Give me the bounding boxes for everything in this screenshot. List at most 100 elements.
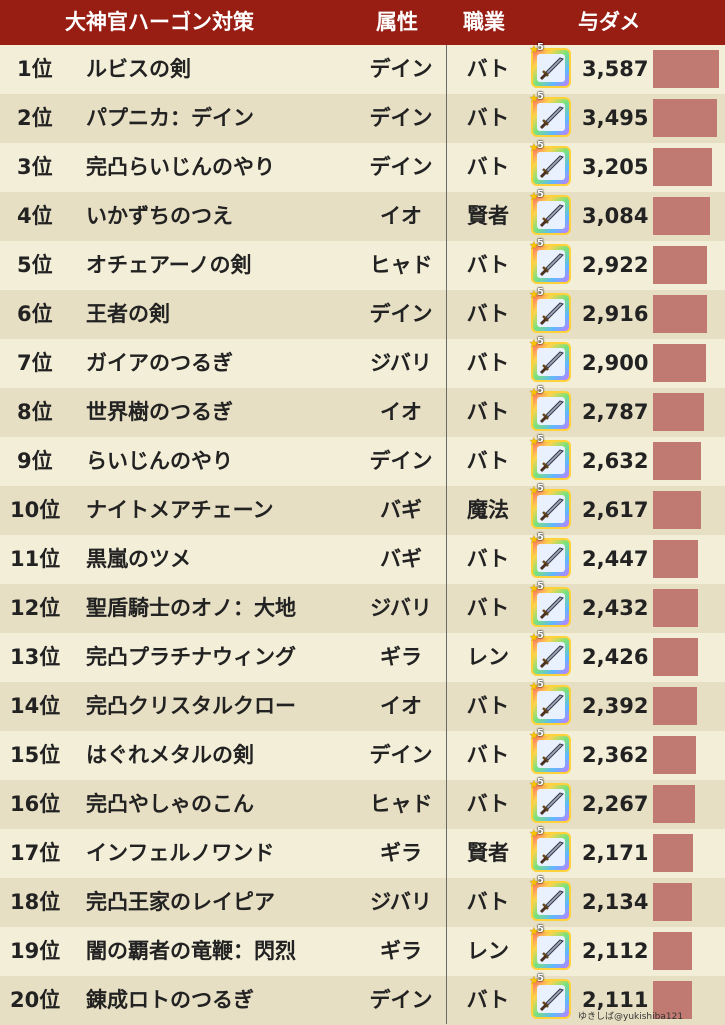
damage-bar [653,736,696,774]
job-label: レン [467,645,509,669]
weapon-icon: ★ 5 [529,924,571,970]
weapon-icon: ★ 5 [529,777,571,823]
weapon-icon: ★ 5 [529,385,571,431]
job-label: バト [466,988,510,1012]
weapon-name: 完凸らいじんのやり [86,155,275,179]
job-label: バト [466,400,510,424]
damage-bar [653,785,695,823]
table-row: 15位 はぐれメタルの剣 デイン バト ★ 5 2,362 [0,728,725,780]
weapon-glyph-icon [539,449,564,473]
weapon-icon: ★ 5 [529,581,571,627]
weapon-icon: ★ 5 [529,238,571,284]
damage-ranking-table: 大神官ハーゴン対策 属性 職業 与ダメ 1位 ルビスの剣 デイン バト ★ 5 3,587 2… [0,0,725,1025]
damage-value: 2,362 [582,743,649,767]
damage-bar [653,442,701,480]
star-rarity-label: 5 [537,679,544,690]
rank-label: 6位 [17,302,53,326]
damage-value: 2,916 [582,302,649,326]
header-attribute: 属性 [376,10,418,34]
weapon-name: 完凸やしゃのこん [86,792,254,816]
weapon-icon: ★ 5 [529,91,571,137]
weapon-glyph-icon [539,596,564,620]
rank-label: 2位 [17,106,53,130]
job-label: バト [466,547,510,571]
rank-label: 1位 [17,57,53,81]
rank-label: 10位 [10,498,61,522]
damage-bar [653,295,707,333]
weapon-name: 聖盾騎士のオノ：大地 [86,596,296,620]
star-rarity-label: 5 [537,630,544,641]
star-rarity-label: 5 [537,336,544,347]
column-divider [446,45,447,1024]
attribute-label: イオ [380,204,422,228]
damage-bar [653,197,710,235]
weapon-icon: ★ 5 [529,630,571,676]
rank-label: 18位 [10,890,61,914]
attribute-label: イオ [380,400,422,424]
weapon-icon: ★ 5 [529,189,571,235]
rank-label: 11位 [10,547,61,571]
attribute-label: ジバリ [370,890,432,914]
damage-bar [653,883,692,921]
attribute-label: ギラ [380,939,422,963]
weapon-name: オチェアーノの剣 [86,253,252,277]
star-rarity-label: 5 [537,287,544,298]
weapon-glyph-icon [539,988,564,1012]
job-label: バト [466,302,510,326]
job-label: 賢者 [467,204,509,228]
table-row: 9位 らいじんのやり デイン バト ★ 5 2,632 [0,434,725,486]
table-row: 19位 闇の覇者の竜鞭：閃烈 ギラ レン ★ 5 2,112 [0,924,725,976]
rank-label: 20位 [10,988,61,1012]
damage-bar [653,540,698,578]
table-row: 1位 ルビスの剣 デイン バト ★ 5 3,587 [0,42,725,94]
star-rarity-label: 5 [537,434,544,445]
job-label: バト [466,694,510,718]
weapon-glyph-icon [539,841,564,865]
job-label: 魔法 [467,498,509,522]
star-rarity-label: 5 [537,777,544,788]
job-label: バト [466,57,510,81]
attribute-label: デイン [369,302,433,326]
star-rarity-label: 5 [537,973,544,984]
weapon-glyph-icon [539,694,564,718]
damage-bar [653,393,704,431]
table-row: 7位 ガイアのつるぎ ジバリ バト ★ 5 2,900 [0,336,725,388]
attribute-label: バギ [380,547,422,571]
weapon-glyph-icon [539,351,564,375]
weapon-icon: ★ 5 [529,42,571,88]
job-label: レン [467,939,509,963]
table-row: 16位 完凸やしゃのこん ヒャド バト ★ 5 2,267 [0,777,725,829]
job-label: 賢者 [467,841,509,865]
weapon-icon: ★ 5 [529,336,571,382]
attribute-label: デイン [369,106,433,130]
table-header: 大神官ハーゴン対策 属性 職業 与ダメ [0,0,725,45]
weapon-name: 王者の剣 [86,302,170,326]
job-label: バト [466,890,510,914]
table-row: 3位 完凸らいじんのやり デイン バト ★ 5 3,205 [0,140,725,192]
weapon-icon: ★ 5 [529,728,571,774]
damage-value: 3,084 [582,204,649,228]
attribute-label: デイン [369,988,433,1012]
star-rarity-label: 5 [537,385,544,396]
attribute-label: ヒャド [369,253,433,277]
damage-value: 2,787 [582,400,649,424]
table-row: 6位 王者の剣 デイン バト ★ 5 2,916 [0,287,725,339]
weapon-glyph-icon [539,302,564,326]
job-label: バト [466,743,510,767]
damage-bar [653,932,692,970]
damage-bar [653,344,706,382]
job-label: バト [466,351,510,375]
weapon-name: ガイアのつるぎ [86,351,233,375]
weapon-glyph-icon [539,106,564,130]
damage-bar [653,687,697,725]
star-rarity-label: 5 [537,532,544,543]
rank-label: 7位 [17,351,53,375]
weapon-name: ナイトメアチェーン [86,498,274,522]
weapon-name: 世界樹のつるぎ [86,400,233,424]
attribute-label: ヒャド [369,792,433,816]
table-row: 14位 完凸クリスタルクロー イオ バト ★ 5 2,392 [0,679,725,731]
rank-label: 12位 [10,596,61,620]
weapon-icon: ★ 5 [529,532,571,578]
weapon-icon: ★ 5 [529,287,571,333]
weapon-name: 黒嵐のツメ [86,547,191,571]
